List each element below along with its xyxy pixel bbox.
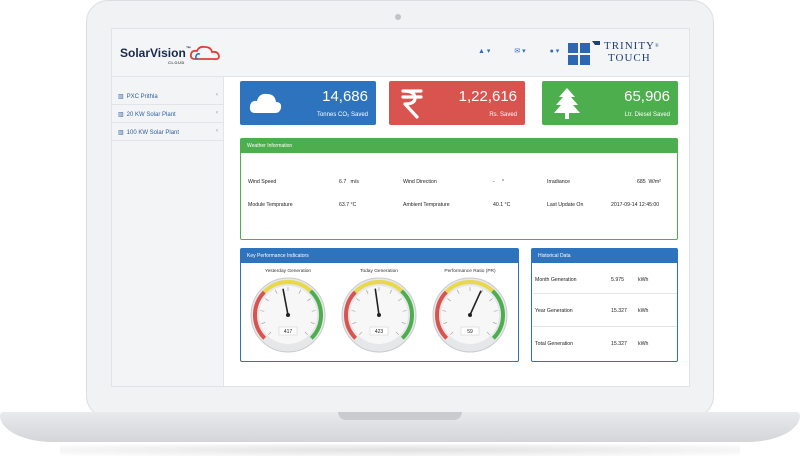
bar-chart-icon: ▥ xyxy=(118,130,124,136)
rupee-icon xyxy=(401,89,423,119)
messages-dropdown[interactable]: ✉ ▾ xyxy=(514,48,525,55)
year-generation-label: Year Generation xyxy=(535,308,573,314)
gauge-title: Yesterday Generation xyxy=(264,269,312,274)
historical-panel-title: Historical Data xyxy=(532,249,677,263)
laptop-shadow xyxy=(60,444,740,456)
gauge-hub xyxy=(286,313,290,317)
last-update-value: 2017-09-14 12:45:00 xyxy=(611,202,660,208)
kpi-panel-title: Key Performance Indicators xyxy=(241,249,518,263)
row-divider xyxy=(533,293,677,294)
sidebar-item-100kw-plant[interactable]: ▥ 100 KW Solar Plant ‹ xyxy=(112,123,224,141)
month-generation-label: Month Generation xyxy=(535,277,577,283)
dashboard-screen: SolarVision™ CLOUD ▲ ▾ ✉ ▾ ● ▾ TRINITY® … xyxy=(111,28,690,387)
trinity-t-icon xyxy=(592,41,600,67)
weather-panel: Weather Information Wind Speed 6.7 m/s W… xyxy=(240,138,678,240)
irradiance-label: Irradiance xyxy=(547,179,571,185)
card-label: Tonnes CO₂ Saved xyxy=(316,112,368,118)
gauge-title: Performance Ratio (PR) xyxy=(444,269,496,274)
trinity-grid-icon xyxy=(568,43,590,65)
row-divider xyxy=(533,326,677,327)
weather-panel-title: Weather Information xyxy=(241,139,677,153)
ambient-temp-value: 40.1 °C xyxy=(493,202,511,208)
card-value: 14,686 xyxy=(322,88,368,105)
total-generation-value: 15.327 xyxy=(611,341,627,347)
module-temp-value: 63.7 °C xyxy=(339,202,357,208)
bar-chart-icon: ▥ xyxy=(118,94,124,100)
total-generation-unit: kWh xyxy=(638,341,649,347)
brand-name: SolarVision xyxy=(120,46,186,60)
month-generation-value: 5.975 xyxy=(611,277,624,283)
total-generation-label: Total Generation xyxy=(535,341,574,347)
sidebar-item-label: 100 KW Solar Plant xyxy=(126,130,180,136)
user-dropdown[interactable]: ● ▾ xyxy=(550,48,560,55)
module-temp-label: Module Temprature xyxy=(248,202,293,208)
wind-direction-label: Wind Direction xyxy=(403,179,437,185)
chevron-left-icon: ‹ xyxy=(216,110,218,116)
sidebar-item-pxc-prithla[interactable]: ▥ PXC Prithla ‹ xyxy=(112,87,224,105)
notifications-dropdown[interactable]: ▲ ▾ xyxy=(478,48,490,55)
sidebar-item-label: 20 KW Solar Plant xyxy=(126,112,176,118)
laptop-notch xyxy=(338,412,462,420)
top-navbar: SolarVision™ CLOUD ▲ ▾ ✉ ▾ ● ▾ TRINITY® … xyxy=(112,29,689,77)
partner-line1: TRINITY® xyxy=(604,40,660,52)
card-label: Ltr. Diesel Saved xyxy=(624,112,670,118)
webcam xyxy=(395,14,401,20)
card-value: 65,906 xyxy=(624,88,670,105)
sidebar: ▥ PXC Prithla ‹ ▥ 20 KW Solar Plant ‹ ▥ 100… xyxy=(112,77,224,386)
chevron-left-icon: ‹ xyxy=(216,128,218,134)
trinity-touch-logo: TRINITY® TOUCH xyxy=(568,41,682,69)
brand-tagline: CLOUD xyxy=(168,60,185,65)
gauge-value: 423 xyxy=(375,329,384,335)
kpi-panel: Key Performance Indicators Yesterday Gen… xyxy=(240,248,519,362)
gauge-value: 59 xyxy=(467,329,473,335)
last-update-label: Last Update On xyxy=(547,202,584,208)
gauge-value: 417 xyxy=(284,329,293,335)
partner-line2: TOUCH xyxy=(608,52,651,64)
wind-speed-value: 6.7 m/s xyxy=(339,179,359,185)
diesel-saved-card: 65,906 Ltr. Diesel Saved xyxy=(542,81,678,125)
tree-icon xyxy=(554,88,580,119)
gauge-hub xyxy=(468,313,472,317)
month-generation-unit: kWh xyxy=(638,277,649,283)
cloud-logo-icon xyxy=(189,45,220,61)
gauges-svg: 417 423 59 xyxy=(250,277,508,353)
card-value: 1,22,616 xyxy=(458,88,517,105)
solarvision-logo[interactable]: SolarVision™ CLOUD xyxy=(120,46,191,65)
rs-saved-card: 1,22,616 Rs. Saved xyxy=(389,81,525,125)
sidebar-item-label: PXC Prithla xyxy=(126,94,158,100)
wind-direction-value: - ° xyxy=(493,179,505,185)
nav-icons: ▲ ▾ ✉ ▾ ● ▾ xyxy=(478,47,581,55)
historical-panel: Historical Data Month Generation 5.975 k… xyxy=(531,248,678,362)
cloud-icon xyxy=(249,93,282,113)
year-generation-unit: kWh xyxy=(638,308,649,314)
chevron-left-icon: ‹ xyxy=(216,92,218,98)
irradiance-value: 685 W/m² xyxy=(637,179,661,185)
wind-speed-label: Wind Speed xyxy=(248,179,277,185)
gauge-hub xyxy=(377,313,381,317)
sidebar-item-20kw-plant[interactable]: ▥ 20 KW Solar Plant ‹ xyxy=(112,105,224,123)
gauge-title: Today Generation xyxy=(360,269,398,274)
year-generation-value: 15.327 xyxy=(611,308,627,314)
ambient-temp-label: Ambient Temprature xyxy=(403,202,450,208)
co2-saved-card: 14,686 Tonnes CO₂ Saved xyxy=(240,81,376,125)
bar-chart-icon: ▥ xyxy=(118,112,124,118)
card-label: Rs. Saved xyxy=(489,112,517,118)
